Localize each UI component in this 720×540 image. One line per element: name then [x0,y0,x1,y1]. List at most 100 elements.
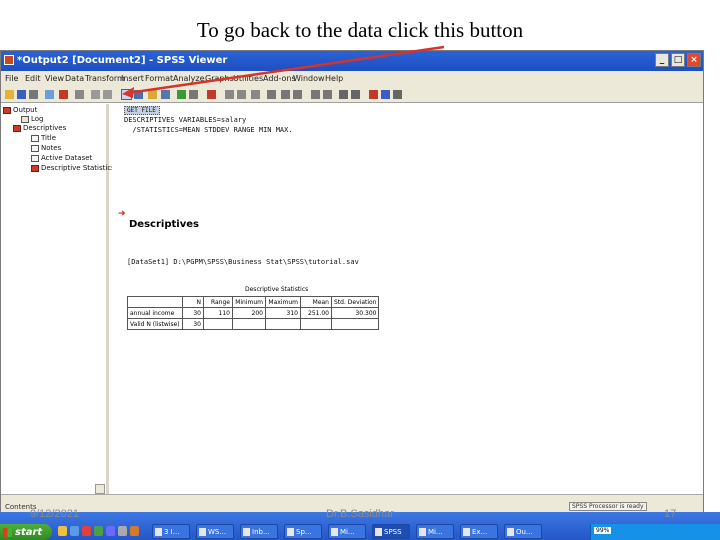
undo-icon[interactable] [91,90,100,99]
close-button[interactable]: × [687,53,701,67]
selected-item[interactable]: GET FILE [124,106,160,115]
insert-title-icon[interactable] [381,90,390,99]
table-header: Mean [300,296,332,308]
menu-addons[interactable]: Add-ons [263,74,296,83]
window-controls: _ □ × [655,53,701,67]
maximize-button[interactable]: □ [671,53,685,67]
tree-item-output[interactable]: Output [3,106,37,114]
tree-item-descriptive-statistics[interactable]: Descriptive Statistics [31,164,115,172]
quick-launch-ie-icon[interactable] [70,526,79,536]
horizontal-scrollbar[interactable] [1,494,703,502]
menu-file[interactable]: File [5,74,18,83]
split-file-icon[interactable] [207,90,216,99]
pane-scroll-button[interactable] [95,484,105,494]
start-button[interactable]: start [0,524,52,540]
show-icon[interactable] [339,90,348,99]
menu-edit[interactable]: Edit [25,74,41,83]
window-titlebar[interactable]: *Output2 [Document2] - SPSS Viewer _ □ × [1,51,703,71]
print-icon[interactable] [29,90,38,99]
taskbar-item-spss[interactable]: SPSS [372,524,410,539]
descriptive-statistics-table: N Range Minimum Maximum Mean Std. Deviat… [127,296,380,330]
redo-icon[interactable] [103,90,112,99]
variables-icon[interactable] [148,90,157,99]
menu-insert[interactable]: Insert [121,74,144,83]
quick-launch-app-icon[interactable] [94,526,103,536]
quick-launch-folder-icon[interactable] [58,526,67,536]
taskbar-item[interactable]: Ex... [460,524,498,539]
demote-icon[interactable] [293,90,302,99]
slide-page-number: 17 [664,508,677,520]
value-labels-icon[interactable] [251,90,260,99]
taskbar-item[interactable]: WS... [196,524,234,539]
spss-app-icon [4,55,14,65]
table-cell: Valid N (listwise) [127,318,183,330]
find-icon[interactable] [161,90,170,99]
use-sets-icon[interactable] [267,90,276,99]
insert-variable-icon[interactable] [189,90,198,99]
insert-heading-icon[interactable] [369,90,378,99]
battery-indicator[interactable]: 99% [594,527,612,534]
tree-item-active-dataset[interactable]: Active Dataset [31,154,92,162]
menu-transform[interactable]: Transform [85,74,125,83]
menu-view[interactable]: View [45,74,64,83]
tree-item-notes[interactable]: Notes [31,144,61,152]
mail-icon [243,527,250,536]
taskbar-item[interactable]: Mi... [328,524,366,539]
dataset-icon [31,154,39,162]
insert-cases-icon[interactable] [177,90,186,99]
taskbar-item[interactable]: Inb... [240,524,278,539]
quick-launch-app-icon[interactable] [130,526,139,536]
minimize-button[interactable]: _ [655,53,669,67]
quick-launch-app-icon[interactable] [82,526,91,536]
slide-date: 9/12/2021 [30,508,79,520]
print-preview-icon[interactable] [45,90,54,99]
book-icon [13,124,21,132]
menu-utilities[interactable]: Utilities [233,74,263,83]
menu-bar: File Edit View Data Transform Insert For… [1,71,703,87]
menu-format[interactable]: Format [145,74,173,83]
goto-data-icon[interactable] [121,89,132,100]
open-icon[interactable] [5,90,14,99]
select-cases-icon[interactable] [237,90,246,99]
window-title: *Output2 [Document2] - SPSS Viewer [17,55,228,66]
outline-pane: Output Log Descriptives Title Notes Acti… [1,104,115,494]
app-icon [287,527,294,536]
table-cell: 200 [232,307,266,319]
log-icon [21,115,29,123]
collapse-icon[interactable] [323,90,332,99]
tree-item-descriptives[interactable]: Descriptives [13,124,66,132]
book-icon [3,106,11,114]
quick-launch-app-icon[interactable] [106,526,115,536]
save-icon[interactable] [17,90,26,99]
tree-item-title[interactable]: Title [31,134,56,142]
quick-launch-app-icon[interactable] [118,526,127,536]
taskbar-item[interactable]: Mi... [416,524,454,539]
menu-data[interactable]: Data [65,74,84,83]
menu-help[interactable]: Help [325,74,343,83]
export-icon[interactable] [59,90,68,99]
taskbar-item[interactable]: 3 I... [152,524,190,539]
recall-dialog-icon[interactable] [75,90,84,99]
folder-icon [155,527,162,536]
word-icon [199,527,206,536]
menu-graphs[interactable]: Graphs [205,74,234,83]
expand-icon[interactable] [311,90,320,99]
tree-item-log[interactable]: Log [21,115,44,123]
table-header [127,296,183,308]
menu-window[interactable]: Window [293,74,325,83]
dataset-line: [DataSet1] D:\PGPM\SPSS\Business Stat\SP… [127,258,359,266]
table-cell [300,318,332,330]
table-header: Maximum [265,296,301,308]
taskbar-item[interactable]: Ou... [504,524,542,539]
hide-icon[interactable] [351,90,360,99]
syntax-line-1: DESCRIPTIVES VARIABLES=salary [124,116,247,124]
slide-caption: To go back to the data click this button [196,18,524,42]
weight-cases-icon[interactable] [225,90,234,99]
taskbar-item[interactable]: Sp... [284,524,322,539]
goto-case-icon[interactable] [134,90,143,99]
menu-analyze[interactable]: Analyze [173,74,205,83]
table-cell: 30 [182,307,204,319]
insert-text-icon[interactable] [393,90,402,99]
slide-author: Dr.B.Sasidhar [326,508,394,520]
promote-icon[interactable] [281,90,290,99]
